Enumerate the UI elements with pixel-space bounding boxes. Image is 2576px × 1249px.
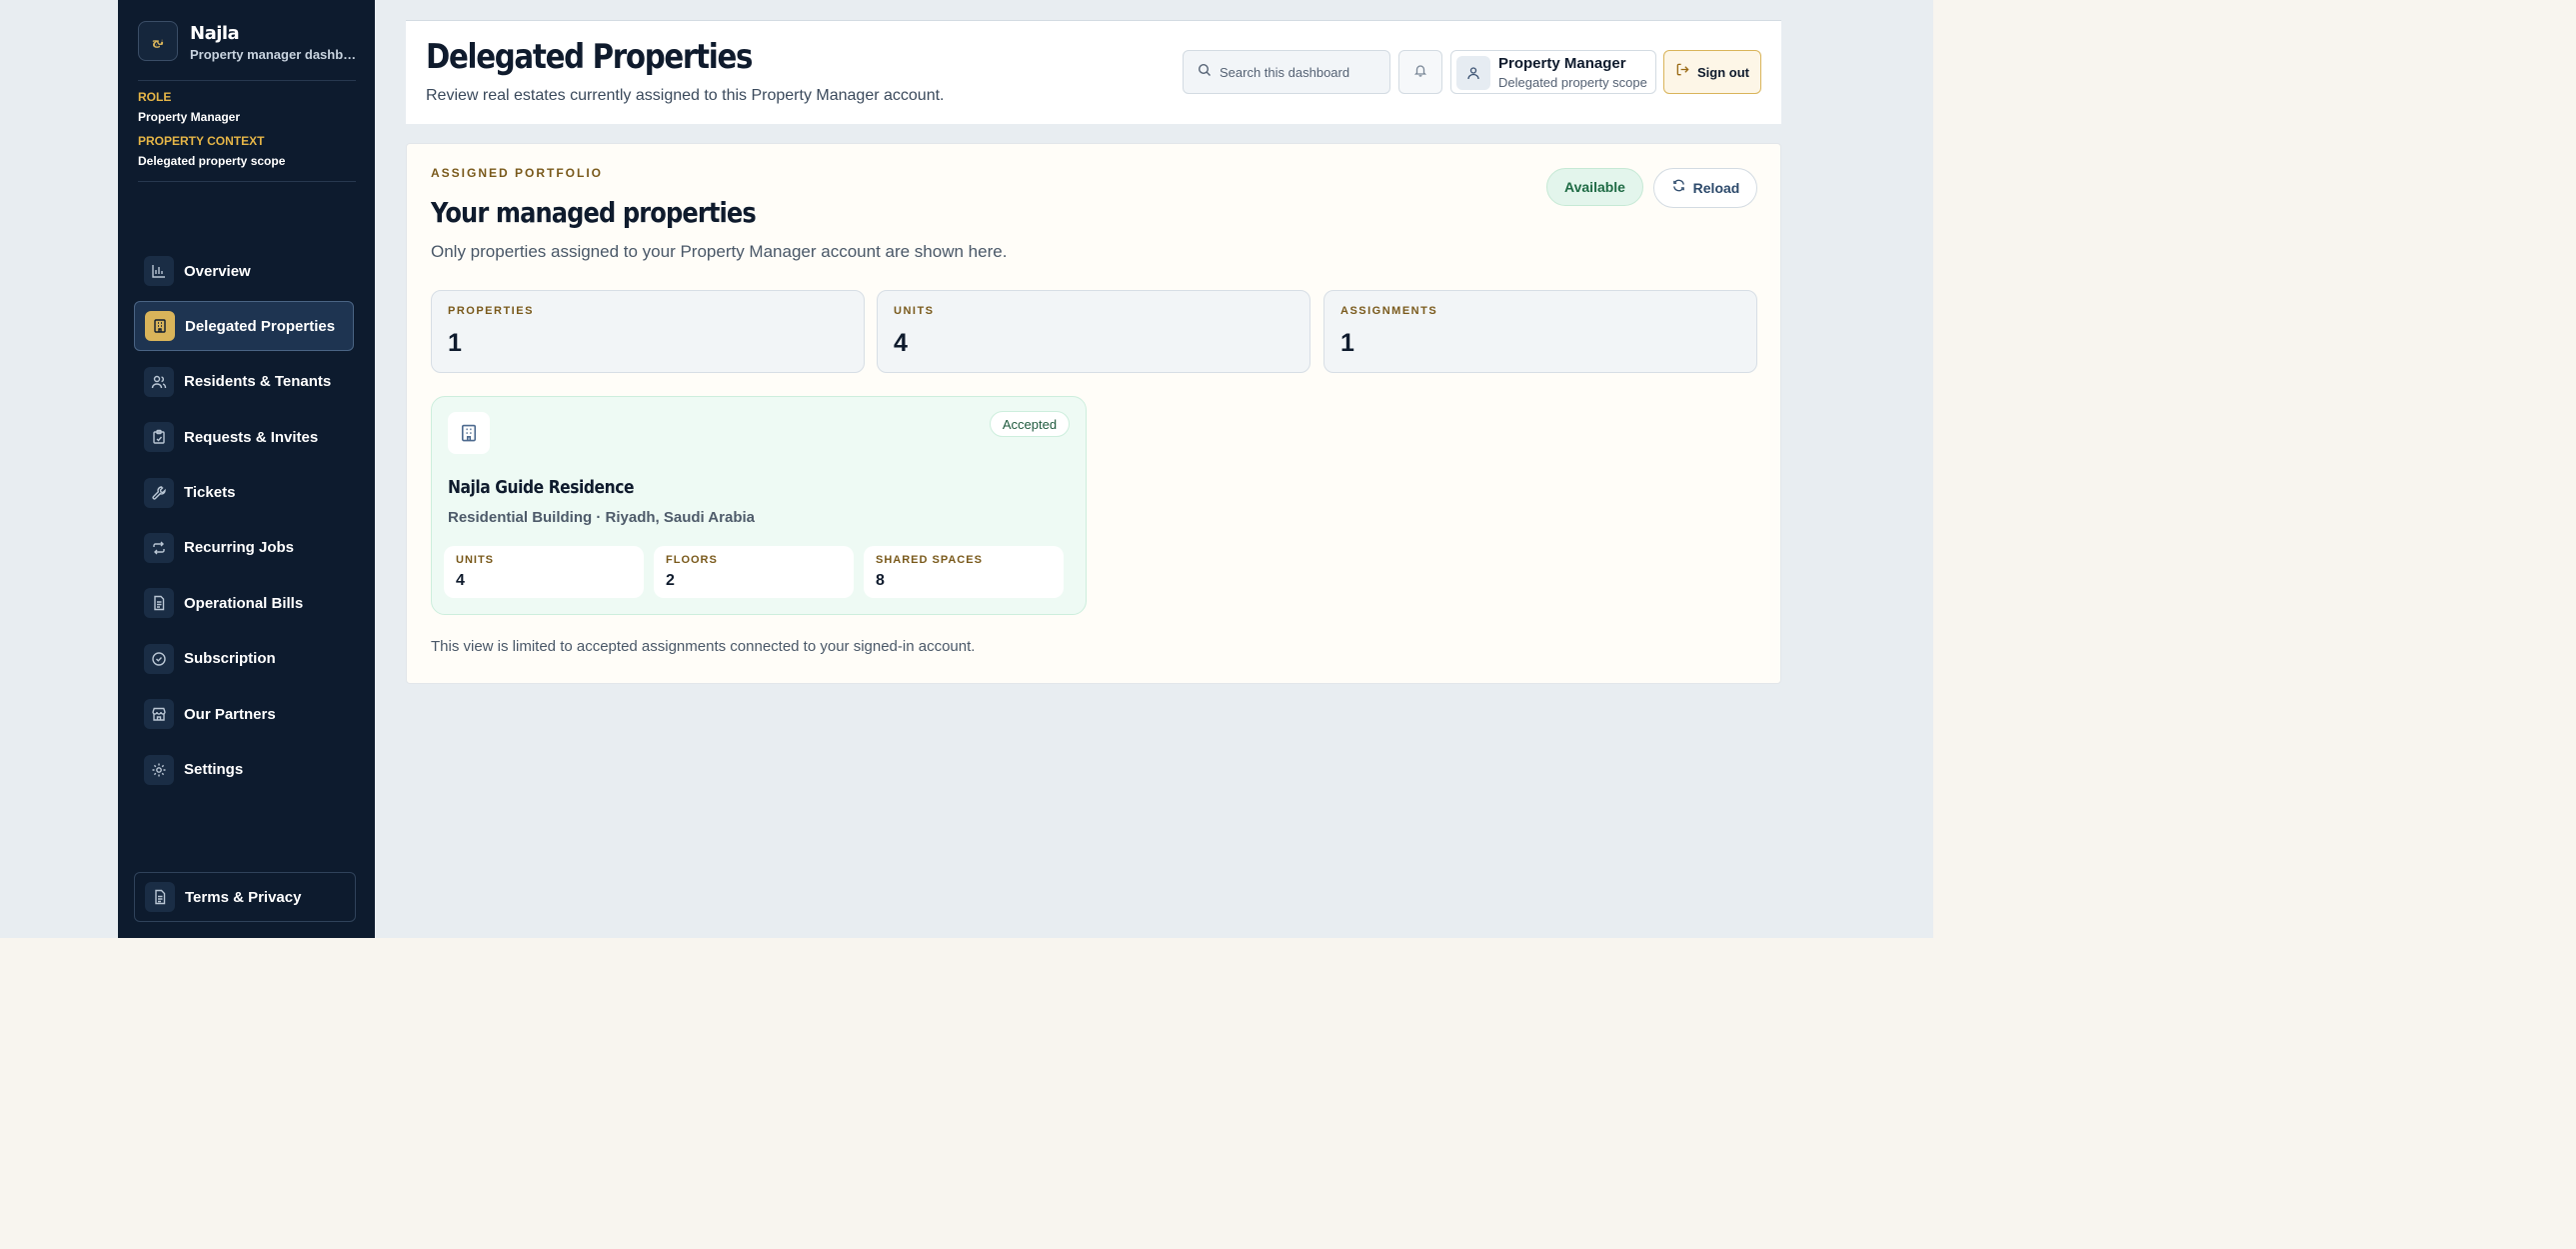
building-icon — [448, 412, 490, 454]
sidebar-item-label: Overview — [184, 262, 251, 280]
terms-privacy-link[interactable]: Terms & Privacy — [134, 872, 356, 922]
brand-name: Najla — [190, 23, 240, 44]
user-menu[interactable]: Property Manager Delegated property scop… — [1450, 50, 1656, 94]
property-meta: Residential Building · Riyadh, Saudi Ara… — [448, 509, 755, 526]
divider — [138, 181, 356, 182]
sidebar-item-tickets[interactable]: Tickets — [134, 468, 354, 518]
sidebar-item-label: Subscription — [184, 650, 276, 668]
property-context-label: PROPERTY CONTEXT — [138, 134, 265, 148]
metric-value: 8 — [876, 572, 885, 589]
role-value: Property Manager — [138, 110, 241, 124]
search-input[interactable]: Search this dashboard — [1183, 50, 1390, 94]
panel-eyebrow: ASSIGNED PORTFOLIO — [431, 166, 604, 180]
sidebar-item-overview[interactable]: Overview — [134, 246, 354, 296]
status-badge: Available — [1546, 168, 1643, 206]
sidebar-item-subscription[interactable]: Subscription — [134, 634, 354, 684]
sidebar: نج Najla Property manager dashboard ROLE… — [118, 0, 375, 938]
clipboard-icon — [144, 422, 174, 453]
app-window: نج Najla Property manager dashboard ROLE… — [0, 0, 1933, 938]
check-circle-icon — [144, 643, 174, 674]
property-context-value: Delegated property scope — [138, 154, 286, 168]
bell-icon — [1413, 63, 1427, 82]
user-scope: Delegated property scope — [1498, 75, 1647, 90]
stat-value: 1 — [1340, 329, 1354, 357]
assignment-status-badge: Accepted — [990, 411, 1070, 437]
stat-value: 1 — [448, 329, 462, 357]
user-avatar-icon — [1456, 56, 1490, 90]
sidebar-item-label: Recurring Jobs — [184, 539, 295, 557]
reload-button[interactable]: Reload — [1653, 168, 1757, 208]
role-label: ROLE — [138, 90, 172, 104]
refresh-icon — [1671, 178, 1686, 198]
sidebar-item-label: Residents & Tenants — [184, 373, 332, 391]
search-icon — [1198, 63, 1212, 82]
gear-icon — [144, 754, 174, 785]
sidebar-item-residents-tenants[interactable]: Residents & Tenants — [134, 357, 354, 407]
stat-value: 4 — [894, 329, 908, 357]
stat-card-assignments: ASSIGNMENTS 1 — [1323, 290, 1757, 373]
sidebar-item-label: Settings — [184, 761, 244, 779]
metric-label: FLOORS — [666, 554, 718, 566]
sidebar-item-operational-bills[interactable]: Operational Bills — [134, 578, 354, 628]
sign-out-icon — [1675, 62, 1690, 82]
panel-subtitle: Only properties assigned to your Propert… — [431, 242, 1008, 261]
repeat-icon — [144, 532, 174, 563]
panel-title: Your managed properties — [431, 196, 757, 229]
page-subtitle: Review real estates currently assigned t… — [426, 87, 945, 104]
sidebar-item-label: Tickets — [184, 484, 236, 502]
divider — [138, 80, 356, 81]
panel-footnote: This view is limited to accepted assignm… — [431, 638, 976, 655]
page-header: Delegated Properties Review real estates… — [406, 20, 1781, 124]
stat-label: PROPERTIES — [448, 305, 534, 317]
assigned-portfolio-panel: ASSIGNED PORTFOLIO Your managed properti… — [406, 143, 1781, 684]
sidebar-item-recurring-jobs[interactable]: Recurring Jobs — [134, 523, 354, 573]
sign-out-label: Sign out — [1697, 64, 1749, 80]
users-icon — [144, 366, 174, 397]
sidebar-item-our-partners[interactable]: Our Partners — [134, 689, 354, 739]
sidebar-item-label: Requests & Invites — [184, 428, 319, 446]
property-metric-floors: FLOORS 2 — [654, 546, 854, 598]
user-name: Property Manager — [1498, 55, 1626, 72]
sidebar-item-label: Operational Bills — [184, 594, 304, 612]
stat-card-units: UNITS 4 — [877, 290, 1310, 373]
store-icon — [144, 699, 174, 730]
stat-label: UNITS — [894, 305, 935, 317]
wrench-icon — [144, 477, 174, 508]
sidebar-nav: Overview Delegated Properties Residents … — [134, 246, 354, 800]
brand-subtitle: Property manager dashboard — [190, 47, 360, 62]
notifications-button[interactable] — [1398, 50, 1442, 94]
property-card[interactable]: Accepted Najla Guide Residence Residenti… — [431, 396, 1087, 615]
building-icon — [145, 311, 175, 342]
brand[interactable]: نج Najla Property manager dashboard — [138, 20, 360, 66]
document-icon — [145, 882, 175, 912]
sidebar-item-label: Our Partners — [184, 705, 276, 723]
sidebar-item-delegated-properties[interactable]: Delegated Properties — [134, 301, 354, 352]
search-placeholder: Search this dashboard — [1220, 64, 1350, 80]
chart-icon — [144, 256, 174, 286]
metric-label: UNITS — [456, 554, 494, 566]
receipt-icon — [144, 588, 174, 619]
sidebar-item-requests-invites[interactable]: Requests & Invites — [134, 412, 354, 462]
stat-label: ASSIGNMENTS — [1340, 305, 1438, 317]
metric-value: 4 — [456, 572, 465, 589]
metric-label: SHARED SPACES — [876, 554, 983, 566]
property-name: Najla Guide Residence — [448, 477, 635, 498]
terms-privacy-label: Terms & Privacy — [185, 888, 302, 906]
sign-out-button[interactable]: Sign out — [1663, 50, 1761, 94]
brand-logo: نج — [138, 21, 178, 61]
sidebar-item-label: Delegated Properties — [185, 317, 336, 335]
property-metric-units: UNITS 4 — [444, 546, 644, 598]
metric-value: 2 — [666, 572, 675, 589]
reload-label: Reload — [1692, 180, 1740, 196]
page-title: Delegated Properties — [426, 37, 753, 77]
stat-card-properties: PROPERTIES 1 — [431, 290, 865, 373]
sidebar-item-settings[interactable]: Settings — [134, 745, 354, 795]
property-metric-shared-spaces: SHARED SPACES 8 — [864, 546, 1064, 598]
